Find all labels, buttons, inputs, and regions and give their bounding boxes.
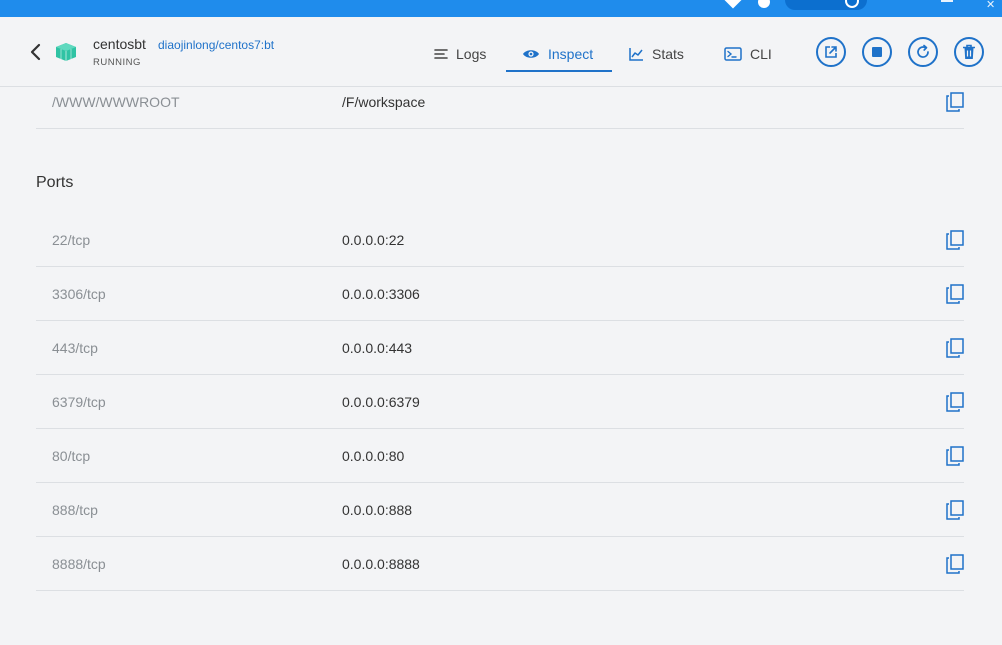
port-host: 0.0.0.0:6379: [342, 393, 420, 410]
window-titlebar: ✕: [0, 0, 1002, 17]
docker-whale-icon[interactable]: [724, 0, 742, 9]
table-row: 888/tcp 0.0.0.0:888: [36, 483, 964, 537]
tab-logs[interactable]: Logs: [428, 36, 492, 71]
mount-row: /WWW/WWWROOT /F/workspace: [36, 75, 964, 129]
tab-cli[interactable]: CLI: [718, 36, 778, 71]
tab-stats[interactable]: Stats: [623, 36, 690, 71]
restart-icon: [917, 44, 929, 58]
container-cube-icon: [56, 43, 76, 61]
tab-cli-label: CLI: [750, 45, 772, 62]
stop-icon: [872, 47, 882, 57]
copy-icon[interactable]: [946, 283, 964, 304]
tab-stats-label: Stats: [652, 45, 684, 62]
copy-icon[interactable]: [946, 337, 964, 358]
inspect-content: /WWW/WWWROOT /F/workspace Ports 22/tcp 0…: [0, 88, 1002, 645]
port-container: 443/tcp: [52, 339, 98, 356]
table-row: 6379/tcp 0.0.0.0:6379: [36, 375, 964, 429]
image-name-link[interactable]: diaojinlong/centos7:bt: [158, 38, 274, 52]
copy-icon[interactable]: [946, 445, 964, 466]
stop-button[interactable]: [862, 37, 892, 67]
window-minimize-icon[interactable]: [941, 0, 953, 2]
chevron-left-icon: [30, 43, 41, 61]
port-container: 888/tcp: [52, 501, 98, 518]
eye-icon: [522, 48, 540, 60]
copy-icon[interactable]: [946, 229, 964, 250]
copy-icon[interactable]: [946, 391, 964, 412]
port-host: 0.0.0.0:888: [342, 501, 413, 518]
copy-icon[interactable]: [946, 499, 964, 520]
terminal-icon: [724, 46, 742, 61]
port-host: 0.0.0.0:80: [342, 447, 405, 464]
sign-in-button[interactable]: [785, 0, 867, 10]
user-circle-icon: [845, 0, 859, 8]
settings-gear-icon[interactable]: [758, 0, 770, 8]
ports-section-title: Ports: [36, 174, 74, 191]
tab-inspect-label: Inspect: [548, 45, 594, 62]
table-row: 3306/tcp 0.0.0.0:3306: [36, 267, 964, 321]
table-row: 8888/tcp 0.0.0.0:8888: [36, 537, 964, 591]
trash-icon: [963, 44, 975, 59]
port-host: 0.0.0.0:443: [342, 339, 413, 356]
copy-icon[interactable]: [946, 91, 964, 112]
table-row: 443/tcp 0.0.0.0:443: [36, 321, 964, 375]
port-container: 3306/tcp: [52, 285, 106, 302]
port-container: 6379/tcp: [52, 393, 106, 410]
tab-logs-label: Logs: [456, 45, 487, 62]
external-link-icon: [825, 46, 837, 58]
table-row: 22/tcp 0.0.0.0:22: [36, 213, 964, 267]
port-host: 0.0.0.0:22: [342, 231, 405, 248]
port-host: 0.0.0.0:8888: [342, 555, 420, 572]
mount-destination: /F/workspace: [342, 93, 426, 110]
copy-icon[interactable]: [946, 553, 964, 574]
port-host: 0.0.0.0:3306: [342, 285, 420, 302]
open-in-browser-button[interactable]: [816, 37, 846, 67]
port-container: 80/tcp: [52, 447, 91, 464]
window-close-icon[interactable]: ✕: [986, 0, 995, 11]
container-name: centosbt: [93, 36, 146, 52]
delete-button[interactable]: [954, 37, 984, 67]
mount-source: /WWW/WWWROOT: [52, 93, 180, 110]
lines-icon: [434, 48, 448, 60]
restart-button[interactable]: [908, 37, 938, 67]
table-row: 80/tcp 0.0.0.0:80: [36, 429, 964, 483]
chart-icon: [629, 47, 644, 61]
status-badge: RUNNING: [93, 57, 141, 68]
port-container: 22/tcp: [52, 231, 91, 248]
back-button[interactable]: [27, 41, 43, 63]
port-container: 8888/tcp: [52, 555, 106, 572]
tab-inspect[interactable]: Inspect: [506, 36, 612, 72]
